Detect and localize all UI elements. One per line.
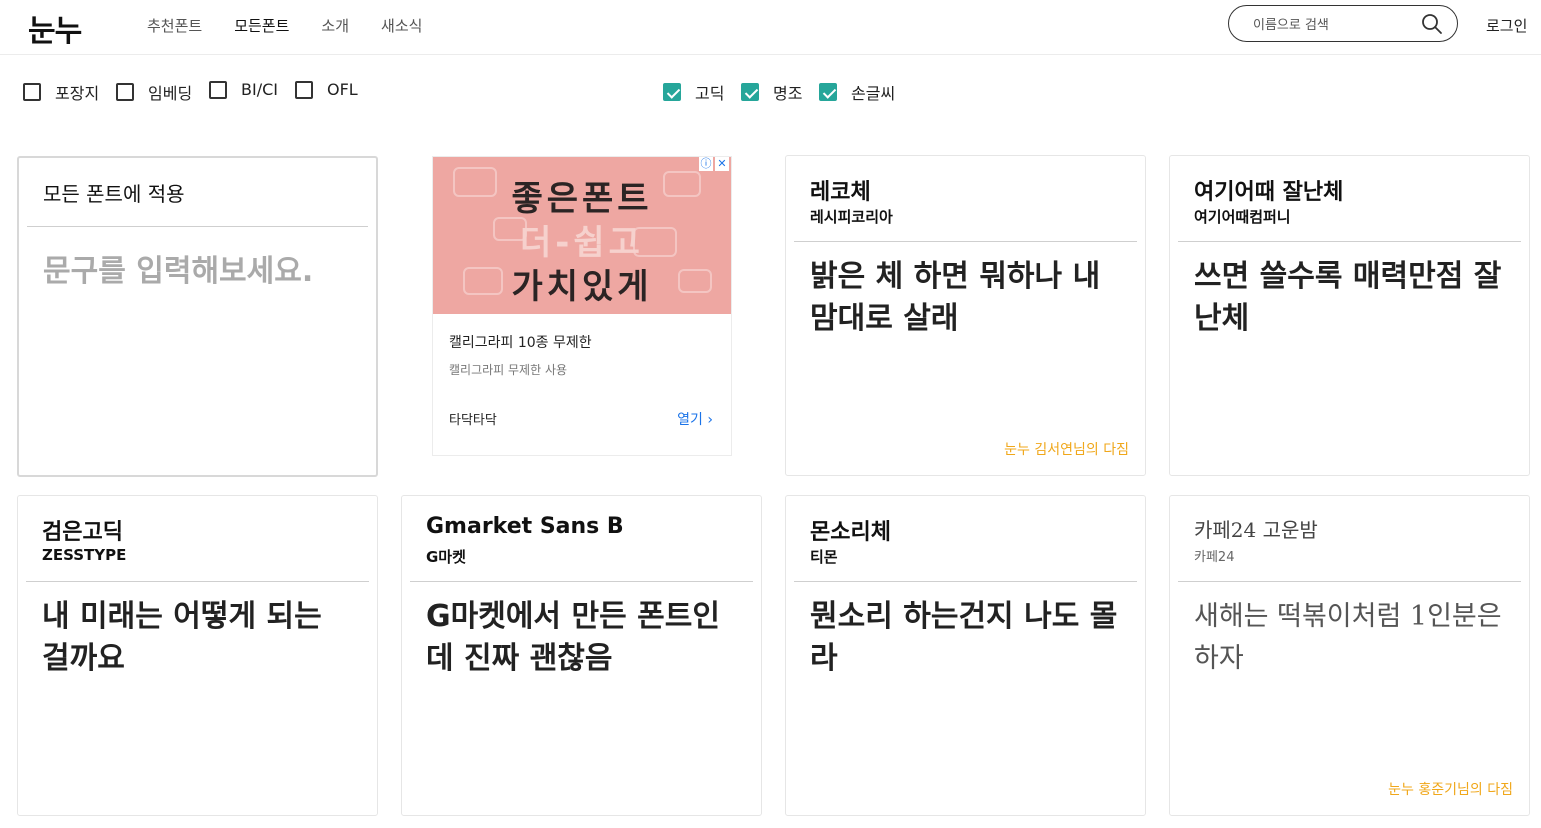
filter-gothic[interactable]: 고딕 [663, 80, 724, 104]
card-header: Gmarket Sans B G마켓 [410, 496, 753, 582]
apply-all-title: 모든 폰트에 적용 [43, 182, 185, 206]
nav-news[interactable]: 새소식 [381, 15, 422, 36]
nav-all-fonts[interactable]: 모든폰트 [234, 15, 289, 36]
font-title[interactable]: 여기어때 잘난체 [1194, 174, 1343, 206]
filter-label: 포장지 [55, 84, 100, 103]
filter-myeongjo[interactable]: 명조 [741, 80, 802, 104]
checkbox-checked-icon[interactable] [741, 83, 759, 101]
font-title[interactable]: 몬소리체 [810, 514, 891, 546]
sample-text-input[interactable]: 문구를 입력해보세요. [43, 246, 313, 290]
ad-banner-line3: 가치있게 [511, 267, 653, 307]
ad-unit[interactable]: 좋은폰트 더-쉽고 가치있게 ⓘ ✕ 캘리그라피 10종 무제한 캘리그라피 무… [432, 156, 732, 456]
font-sample: 뭔소리 하는건지 나도 몰라 [810, 599, 1118, 676]
nav-about[interactable]: 소개 [321, 15, 349, 36]
ad-open-label: 열기 [677, 412, 703, 428]
filter-label: 명조 [773, 84, 803, 103]
ad-banner-line1: 좋은폰트 [511, 179, 653, 219]
font-card[interactable]: 몬소리체 티몬 뭔소리 하는건지 나도 몰라 [785, 495, 1146, 816]
filter-label: 고딕 [695, 84, 725, 103]
font-card[interactable]: Gmarket Sans B G마켓 G마켓에서 만든 폰트인데 진짜 괜찮음 [401, 495, 762, 816]
search-box [1228, 5, 1458, 42]
top-header: 눈누 추천폰트 모든폰트 소개 새소식 로그인 [0, 0, 1541, 55]
font-title[interactable]: 카페24 고운밤 [1194, 514, 1318, 543]
ad-banner-line2: 더-쉽고 [520, 223, 644, 263]
font-sample: 새해는 떡볶이처럼 1인분은 하자 [1194, 601, 1502, 674]
ad-open-button[interactable]: 열기 › [677, 409, 713, 429]
filter-handwriting[interactable]: 손글씨 [819, 80, 895, 104]
ad-brand: 타닥타닥 [449, 413, 497, 428]
card-header: 여기어때 잘난체 여기어때컴퍼니 [1178, 156, 1521, 242]
font-maker[interactable]: ZESSTYPE [42, 546, 126, 564]
card-header: 검은고딕 ZESSTYPE [26, 496, 369, 582]
ad-info-icon[interactable]: ⓘ [699, 157, 713, 171]
font-sample: 밝은 체 하면 뭐하나 내 맘대로 살래 [810, 259, 1101, 336]
card-header: 모든 폰트에 적용 [27, 158, 368, 227]
search-icon[interactable] [1421, 13, 1443, 35]
ad-choices: ⓘ ✕ [699, 157, 729, 171]
font-credit: 눈누 김서연님의 다짐 [1004, 442, 1129, 458]
ad-description: 캘리그라피 무제한 사용 [449, 363, 568, 377]
filter-bici[interactable]: BI/CI [209, 80, 278, 99]
card-header: 카페24 고운밤 카페24 [1178, 496, 1521, 582]
ad-title[interactable]: 캘리그라피 10종 무제한 [449, 332, 592, 352]
filter-packaging[interactable]: 포장지 [23, 80, 99, 104]
filter-embedding[interactable]: 임베딩 [116, 80, 192, 104]
filter-label: BI/CI [241, 80, 278, 99]
logo[interactable]: 눈누 [28, 6, 82, 50]
font-title[interactable]: Gmarket Sans B [426, 514, 624, 539]
ad-close-icon[interactable]: ✕ [715, 157, 729, 171]
font-credit: 눈누 홍준기님의 다짐 [1388, 782, 1513, 798]
font-sample: 내 미래는 어떻게 되는 걸까요 [42, 599, 322, 676]
card-header: 레코체 레시피코리아 [794, 156, 1137, 242]
main-nav: 추천폰트 모든폰트 소개 새소식 [147, 15, 422, 36]
chevron-right-icon: › [707, 412, 713, 428]
nav-recommended[interactable]: 추천폰트 [147, 15, 202, 36]
font-maker[interactable]: G마켓 [426, 546, 466, 567]
font-maker[interactable]: 여기어때컴퍼니 [1194, 206, 1291, 227]
filter-ofl[interactable]: OFL [295, 80, 358, 99]
font-title[interactable]: 검은고딕 [42, 514, 123, 546]
checkbox-checked-icon[interactable] [663, 83, 681, 101]
font-maker[interactable]: 카페24 [1194, 546, 1234, 565]
checkbox-icon[interactable] [23, 83, 41, 101]
ad-banner[interactable]: 좋은폰트 더-쉽고 가치있게 ⓘ ✕ [433, 157, 731, 314]
search-input[interactable] [1251, 14, 1415, 36]
card-header: 몬소리체 티몬 [794, 496, 1137, 582]
font-title[interactable]: 레코체 [810, 174, 871, 206]
font-card[interactable]: 검은고딕 ZESSTYPE 내 미래는 어떻게 되는 걸까요 [17, 495, 378, 816]
checkbox-icon[interactable] [209, 80, 227, 99]
font-card[interactable]: 레코체 레시피코리아 밝은 체 하면 뭐하나 내 맘대로 살래 눈누 김서연님의… [785, 155, 1146, 476]
filter-label: 손글씨 [851, 84, 896, 103]
filter-label: OFL [327, 80, 358, 99]
font-sample: 쓰면 쓸수록 매력만점 잘난체 [1194, 259, 1502, 336]
login-link[interactable]: 로그인 [1486, 15, 1527, 36]
checkbox-icon[interactable] [116, 83, 134, 101]
checkbox-checked-icon[interactable] [819, 83, 837, 101]
font-card[interactable]: 카페24 고운밤 카페24 새해는 떡볶이처럼 1인분은 하자 눈누 홍준기님의… [1169, 495, 1530, 816]
filter-label: 임베딩 [148, 84, 193, 103]
font-sample: G마켓에서 만든 폰트인데 진짜 괜찮음 [426, 599, 720, 676]
checkbox-icon[interactable] [295, 80, 313, 99]
filter-bar: 포장지 임베딩 BI/CI OFL 고딕 명조 손글씨 [0, 80, 1541, 106]
font-maker[interactable]: 레시피코리아 [810, 206, 893, 227]
apply-all-card[interactable]: 모든 폰트에 적용 문구를 입력해보세요. [17, 156, 378, 477]
font-card[interactable]: 여기어때 잘난체 여기어때컴퍼니 쓰면 쓸수록 매력만점 잘난체 [1169, 155, 1530, 476]
font-maker[interactable]: 티몬 [810, 546, 838, 567]
